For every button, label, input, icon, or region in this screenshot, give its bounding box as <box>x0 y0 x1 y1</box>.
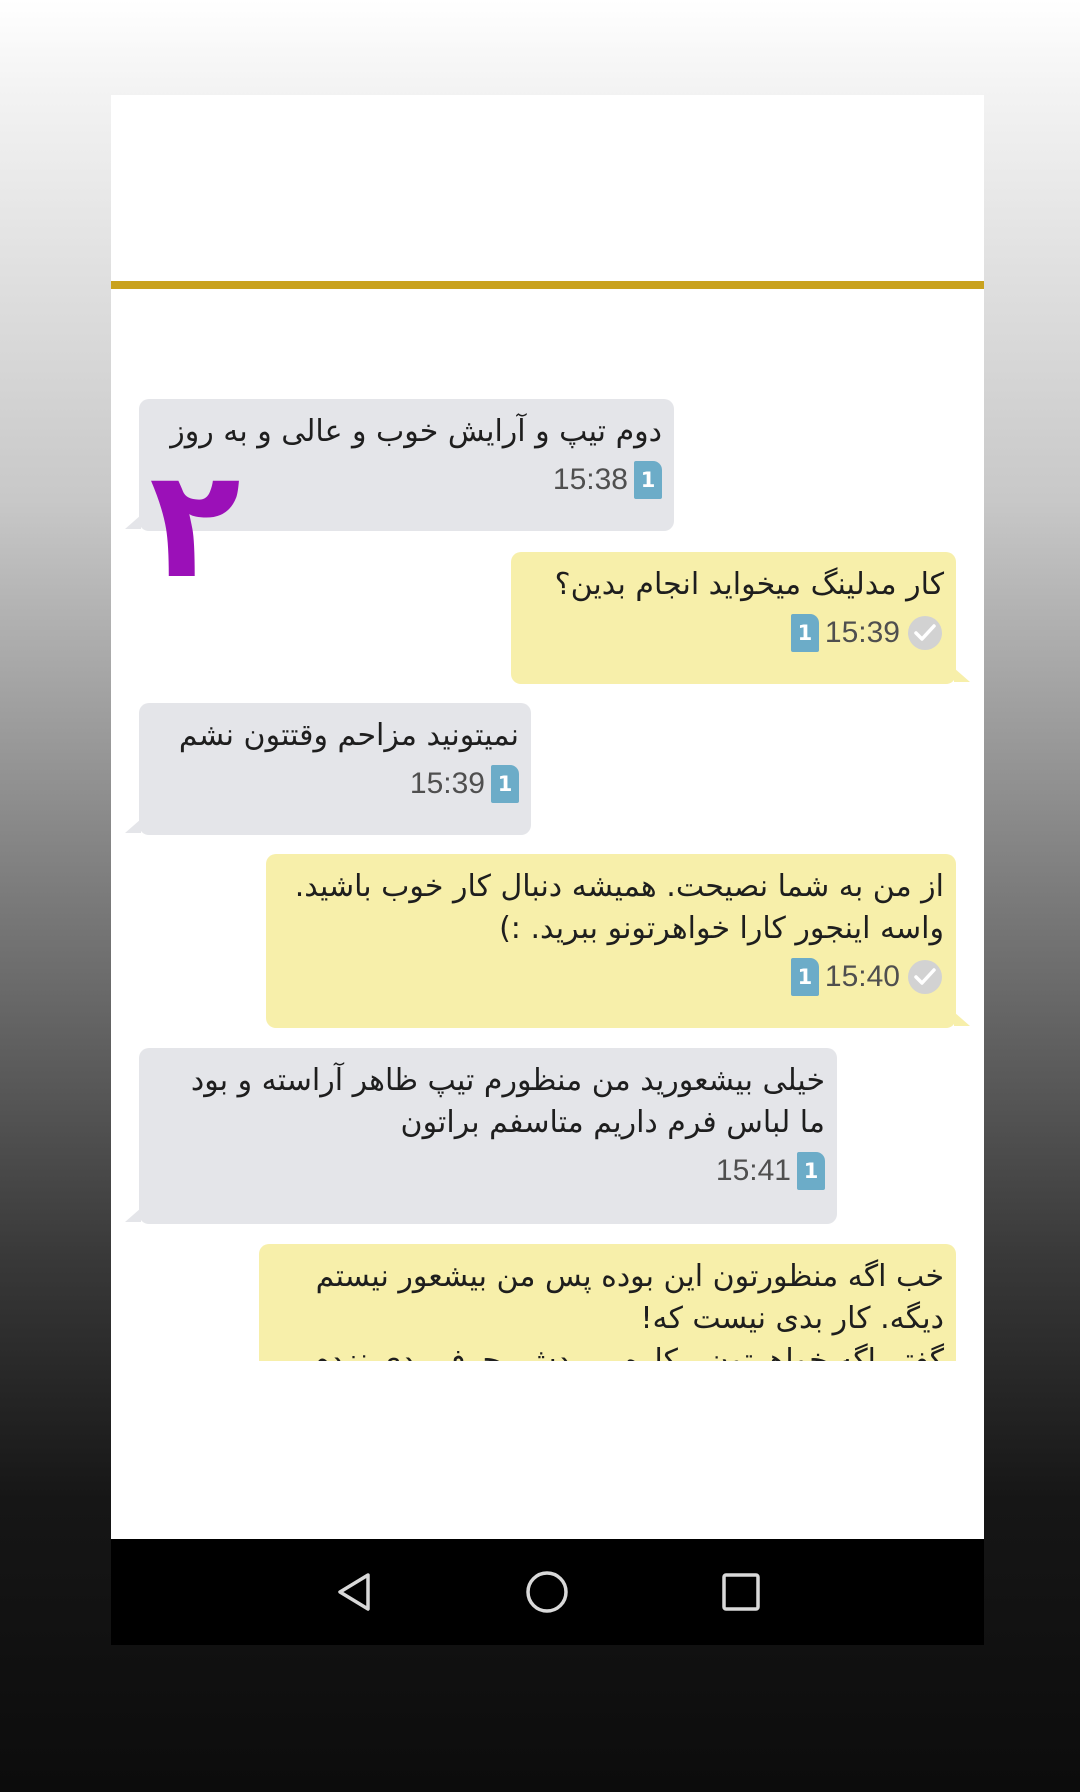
message-text: از من به شما نصیحت. همیشه دنبال کار خوب … <box>294 869 944 946</box>
message-meta: 15:39 1 <box>523 612 944 654</box>
message-text: خیلی بیشعورید من منظورم تیپ ظاهر آراسته … <box>190 1063 825 1140</box>
phone-screen: دوم تیپ و آرایش خوب و عالی و به روز 1 15… <box>111 95 984 1645</box>
message-meta: 15:40 1 <box>278 956 944 998</box>
sim-card-icon: 1 <box>790 614 819 652</box>
message-text: خب اگه منظورتون این بوده پس من بیشعور نی… <box>271 1256 944 1361</box>
sim-card-icon: 1 <box>797 1152 825 1190</box>
header-divider <box>111 281 984 289</box>
double-check-icon <box>908 616 942 650</box>
home-icon[interactable] <box>520 1565 574 1619</box>
content-bottom-blank <box>111 1361 984 1539</box>
message-bubble-incoming[interactable]: خیلی بیشعورید من منظورم تیپ ظاهر آراسته … <box>125 1048 837 1224</box>
sim-card-icon: 1 <box>491 765 519 803</box>
message-meta: 1 15:41 <box>151 1150 825 1192</box>
message-time: 15:41 <box>715 1154 791 1187</box>
sim-card-icon: 1 <box>790 958 819 996</box>
message-meta: 1 15:39 <box>151 763 519 805</box>
message-text: نمیتونید مزاحم وقتتون نشم <box>178 718 519 753</box>
recents-icon[interactable] <box>714 1565 768 1619</box>
svg-text:۲: ۲ <box>150 458 240 598</box>
conversation-list[interactable]: دوم تیپ و آرایش خوب و عالی و به روز 1 15… <box>111 289 984 1361</box>
sim-card-icon: 1 <box>634 461 662 499</box>
message-time: 15:39 <box>824 616 900 649</box>
message-time: 15:38 <box>552 463 628 496</box>
header-area <box>111 95 984 282</box>
android-navigation-bar <box>111 1539 984 1645</box>
overlay-number: ۲ <box>150 458 240 598</box>
message-bubble-incoming[interactable]: نمیتونید مزاحم وقتتون نشم 1 15:39 <box>125 703 531 835</box>
message-bubble-outgoing[interactable]: خب اگه منظورتون این بوده پس من بیشعور نی… <box>259 1244 956 1361</box>
message-bubble-outgoing[interactable]: از من به شما نصیحت. همیشه دنبال کار خوب … <box>266 854 970 1028</box>
message-text: کار مدلینگ میخواید انجام بدین؟ <box>554 567 944 602</box>
message-bubble-outgoing[interactable]: کار مدلینگ میخواید انجام بدین؟ 15:39 1 <box>511 552 970 684</box>
double-check-icon <box>908 960 942 994</box>
message-text: دوم تیپ و آرایش خوب و عالی و به روز <box>170 414 662 449</box>
message-time: 15:40 <box>824 960 900 993</box>
back-icon[interactable] <box>328 1565 382 1619</box>
message-time: 15:39 <box>409 767 485 800</box>
